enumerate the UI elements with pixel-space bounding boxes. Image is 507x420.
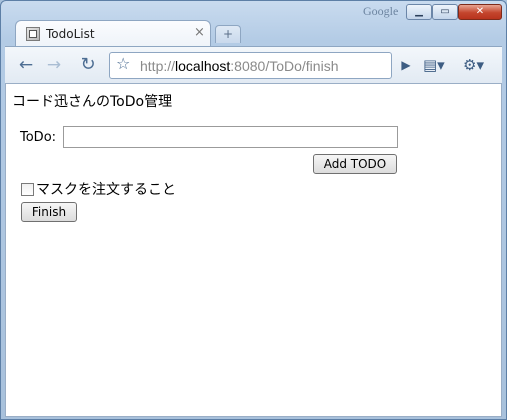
close-window-button[interactable]: ✕ xyxy=(458,4,502,20)
url-text[interactable]: http://localhost:8080/ToDo/finish xyxy=(140,58,338,74)
url-host: localhost xyxy=(175,58,231,74)
todo-input[interactable] xyxy=(63,126,398,148)
reload-icon[interactable]: ↻ xyxy=(77,54,99,76)
bookmark-star-icon[interactable]: ☆ xyxy=(116,56,130,72)
forward-arrow-icon[interactable]: → xyxy=(43,54,65,76)
address-bar[interactable]: ☆ http://localhost:8080/ToDo/finish xyxy=(109,52,392,79)
todo-item: マスクを注文すること xyxy=(21,179,176,199)
url-path: :8080/ToDo/finish xyxy=(230,58,339,74)
todo-label: ToDo: xyxy=(20,130,57,145)
tab-title: TodoList xyxy=(46,27,95,41)
go-arrow-icon[interactable]: ▶ xyxy=(395,54,417,76)
browser-window: Google ▁ ▭ ✕ TodoList × + ← → ↻ ☆ http:/… xyxy=(0,0,507,420)
url-scheme: http:// xyxy=(140,58,176,74)
brand-label: Google xyxy=(363,4,399,18)
todo-item-label[interactable]: マスクを注文すること xyxy=(36,179,176,199)
back-arrow-icon[interactable]: ← xyxy=(15,54,37,76)
tab-close-icon[interactable]: × xyxy=(194,26,205,39)
page-content: コード迅さんのToDo管理 ToDo: Add TODO マスクを注文すること … xyxy=(5,84,502,417)
page-menu-icon[interactable]: ▤▾ xyxy=(423,54,445,76)
page-favicon-icon xyxy=(26,27,40,41)
minimize-button[interactable]: ▁ xyxy=(406,4,432,20)
wrench-menu-icon[interactable]: ⚙▾ xyxy=(463,54,484,76)
browser-toolbar: ← → ↻ ☆ http://localhost:8080/ToDo/finis… xyxy=(5,46,502,84)
tab-todolist[interactable]: TodoList × xyxy=(15,20,211,47)
finish-button[interactable]: Finish xyxy=(21,202,77,222)
maximize-button[interactable]: ▭ xyxy=(432,4,458,20)
add-todo-button[interactable]: Add TODO xyxy=(313,154,397,174)
todo-item-checkbox[interactable] xyxy=(21,182,34,196)
page-title: コード迅さんのToDo管理 xyxy=(12,94,173,110)
new-tab-button[interactable]: + xyxy=(215,25,241,43)
